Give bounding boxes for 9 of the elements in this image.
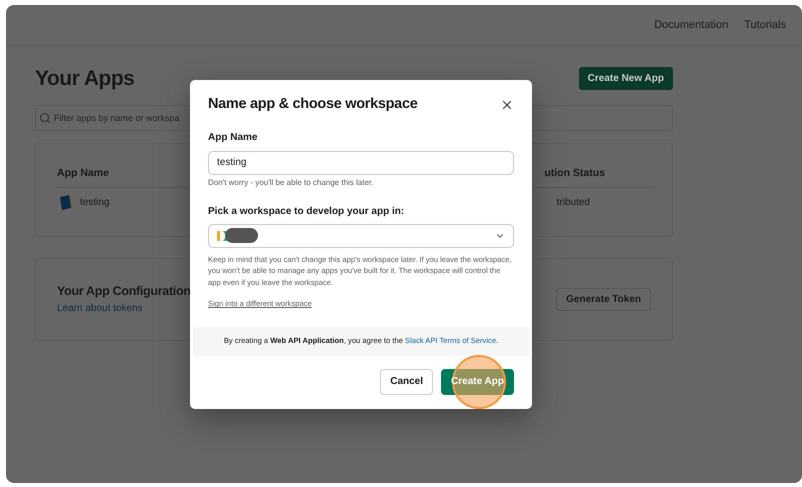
- page-title: Your Apps: [35, 66, 134, 92]
- field-label: App Name: [208, 130, 258, 145]
- dialog-title: Name app & choose workspace: [208, 95, 418, 114]
- field-label: Pick a workspace to develop your app in:: [208, 204, 406, 219]
- distribution-status: tributed: [556, 196, 590, 210]
- column-header: ution Status: [544, 166, 605, 180]
- column-header: App Name: [57, 166, 109, 180]
- section-title: Your App Configuration: [57, 283, 191, 300]
- field-hint: Don't worry - you'll be able to change this later.: [208, 176, 374, 189]
